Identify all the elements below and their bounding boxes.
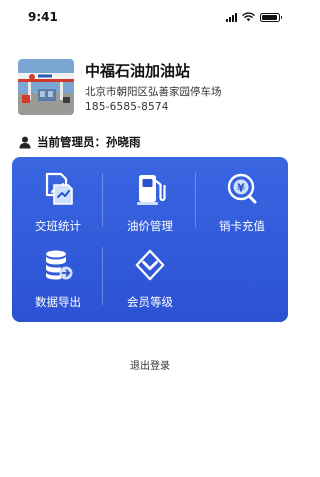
manager-row: 当前管理员：孙晓雨 (19, 134, 141, 150)
menu-label: 交班统计 (35, 219, 81, 233)
data-export-icon (42, 247, 74, 283)
status-bar: 9:41 (0, 0, 300, 28)
wifi-icon (242, 12, 255, 22)
fuel-pump-icon (134, 171, 166, 207)
station-photo (18, 59, 74, 115)
member-level-icon (134, 247, 166, 283)
status-time: 9:41 (28, 10, 58, 24)
cellular-signal-icon (226, 12, 237, 22)
station-name: 中福石油加油站 (85, 62, 191, 80)
user-icon (19, 136, 31, 148)
current-manager-label: 当前管理员：孙晓雨 (37, 135, 141, 149)
station-address: 北京市朝阳区弘善家园停车场 (85, 86, 222, 98)
logout-button[interactable]: 退出登录 (0, 357, 300, 372)
menu-label: 会员等级 (127, 295, 173, 309)
shift-report-icon (42, 171, 74, 207)
card-recharge-icon: ¥ (226, 171, 258, 207)
menu-label: 油价管理 (127, 219, 173, 233)
menu-item-fuel-price[interactable]: 油价管理 (104, 161, 196, 239)
svg-text:¥: ¥ (237, 182, 245, 195)
menu-item-data-export[interactable]: 数据导出 (12, 237, 104, 315)
menu-label: 销卡充值 (219, 219, 265, 233)
menu-item-shift-report[interactable]: 交班统计 (12, 161, 104, 239)
menu-item-card-recharge[interactable]: ¥ 销卡充值 (196, 161, 288, 239)
menu-item-member-level[interactable]: 会员等级 (104, 237, 196, 315)
status-icons (226, 12, 282, 22)
menu-label: 数据导出 (35, 295, 81, 309)
battery-icon (260, 12, 282, 22)
station-phone: 185-6585-8574 (85, 101, 169, 113)
function-menu-panel: 交班统计 油价管理 ¥ 销卡充值 数据导出 会员等级 (12, 157, 288, 322)
